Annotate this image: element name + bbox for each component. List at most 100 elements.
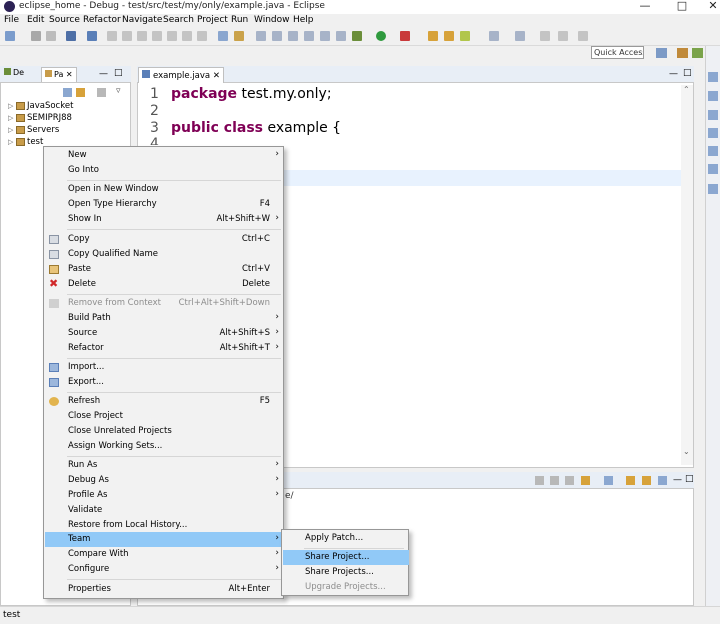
- tree-item-test[interactable]: ▷ test: [8, 136, 43, 148]
- code-line[interactable]: public class example {: [171, 120, 341, 136]
- tree-item-javasocket[interactable]: ▷ JavaSocket: [8, 100, 73, 112]
- trim-view-icon[interactable]: [708, 110, 718, 120]
- search-icon[interactable]: [288, 31, 298, 41]
- tree-item-servers[interactable]: ▷ Servers: [8, 124, 59, 136]
- java-perspective-icon[interactable]: [677, 48, 688, 58]
- scroll-up-icon[interactable]: ⌃: [683, 85, 690, 94]
- focus-task-icon[interactable]: [97, 88, 106, 97]
- collapse-all-icon[interactable]: [63, 88, 72, 97]
- use-step-filters-icon[interactable]: [234, 31, 244, 41]
- close-icon[interactable]: ✕: [698, 0, 720, 14]
- scroll-down-icon[interactable]: ⌄: [683, 447, 690, 456]
- minimize-icon[interactable]: —: [630, 0, 660, 14]
- close-tab-icon[interactable]: ✕: [213, 71, 220, 81]
- toggle-mark-icon[interactable]: [304, 31, 314, 41]
- terminate-icon[interactable]: [137, 31, 147, 41]
- menu-item-open-in-new-window[interactable]: Open in New Window: [45, 182, 284, 197]
- menu-item-show-in[interactable]: Show In Alt+Shift+W ›: [45, 212, 284, 227]
- maximize-icon[interactable]: □: [667, 0, 697, 14]
- open-task-icon[interactable]: [272, 31, 282, 41]
- drop-to-frame-icon[interactable]: [218, 31, 228, 41]
- menu-help[interactable]: Help: [293, 15, 314, 25]
- console-tool-icon[interactable]: [604, 476, 613, 485]
- run-icon[interactable]: [376, 31, 386, 41]
- skip-breakpoints-icon[interactable]: [87, 31, 97, 41]
- step-into-icon[interactable]: [167, 31, 177, 41]
- menu-item-delete[interactable]: ✖ Delete Delete: [45, 277, 284, 292]
- tab-package-explorer[interactable]: Pa ✕: [41, 67, 77, 82]
- tree-item-semiprj88[interactable]: ▷ SEMIPRJ88: [8, 112, 72, 124]
- trim-view-icon[interactable]: [708, 164, 718, 174]
- console-tool-icon[interactable]: [658, 476, 667, 485]
- console-tool-icon[interactable]: [535, 476, 544, 485]
- terminal-icon[interactable]: [66, 31, 76, 41]
- menu-item-apply-patch[interactable]: Apply Patch...: [283, 531, 409, 546]
- menu-item-share-project[interactable]: Share Project...: [283, 550, 409, 565]
- debug-icon[interactable]: [352, 31, 362, 41]
- menu-item-build-path[interactable]: Build Path ›: [45, 311, 284, 326]
- menu-file[interactable]: File: [4, 15, 19, 25]
- menu-source[interactable]: Source: [49, 15, 80, 25]
- step-over-icon[interactable]: [182, 31, 192, 41]
- menu-item-profile-as[interactable]: Profile As ›: [45, 488, 284, 503]
- menu-item-validate[interactable]: Validate: [45, 503, 284, 518]
- maximize-view-icon[interactable]: □: [114, 68, 123, 78]
- save-all-icon[interactable]: [46, 31, 56, 41]
- menu-run[interactable]: Run: [231, 15, 248, 25]
- last-edit-icon[interactable]: [540, 31, 550, 41]
- new-java-project-icon[interactable]: [428, 31, 438, 41]
- forward-icon[interactable]: [578, 31, 588, 41]
- menu-item-copy-qualified-name[interactable]: Copy Qualified Name: [45, 247, 284, 262]
- console-tool-icon[interactable]: [550, 476, 559, 485]
- trim-view-icon[interactable]: [708, 72, 718, 82]
- expand-arrow-icon[interactable]: ▷: [8, 100, 16, 112]
- resume-icon[interactable]: [107, 31, 117, 41]
- trim-view-icon[interactable]: [708, 146, 718, 156]
- menu-window[interactable]: Window: [254, 15, 290, 25]
- menu-navigate[interactable]: Navigate: [122, 15, 162, 25]
- maximize-console-icon[interactable]: □: [685, 474, 694, 484]
- view-menu-icon[interactable]: ▿: [116, 86, 121, 96]
- code-line[interactable]: package test.my.only;: [171, 86, 332, 102]
- console-tool-icon[interactable]: [565, 476, 574, 485]
- menu-item-copy[interactable]: Copy Ctrl+C: [45, 232, 284, 247]
- back-icon[interactable]: [558, 31, 568, 41]
- expand-arrow-icon[interactable]: ▷: [8, 136, 16, 148]
- expand-arrow-icon[interactable]: ▷: [8, 112, 16, 124]
- menu-item-configure[interactable]: Configure ›: [45, 562, 284, 577]
- open-perspective-icon[interactable]: [656, 48, 667, 58]
- editor-scrollbar[interactable]: ⌃ ⌄: [681, 85, 693, 465]
- menu-item-open-type-hierarchy[interactable]: Open Type Hierarchy F4: [45, 197, 284, 212]
- menu-refactor[interactable]: Refactor: [83, 15, 121, 25]
- menu-item-share-projects[interactable]: Share Projects...: [283, 565, 409, 580]
- menu-search[interactable]: Search: [163, 15, 194, 25]
- minimize-view-icon[interactable]: —: [99, 69, 108, 79]
- new-class-icon[interactable]: [460, 31, 470, 41]
- menu-edit[interactable]: Edit: [27, 15, 44, 25]
- disconnect-icon[interactable]: [152, 31, 162, 41]
- suspend-icon[interactable]: [122, 31, 132, 41]
- block-selection-icon[interactable]: [320, 31, 330, 41]
- minimize-editor-icon[interactable]: —: [669, 69, 678, 79]
- menu-item-close-project[interactable]: Close Project: [45, 409, 284, 424]
- menu-item-properties[interactable]: Properties Alt+Enter: [45, 582, 284, 597]
- debug-perspective-icon[interactable]: [692, 48, 703, 58]
- previous-annotation-icon[interactable]: [515, 31, 525, 41]
- menu-item-debug-as[interactable]: Debug As ›: [45, 473, 284, 488]
- menu-item-team[interactable]: Team ›: [45, 532, 284, 547]
- expand-arrow-icon[interactable]: ▷: [8, 124, 16, 136]
- new-icon[interactable]: [5, 31, 15, 41]
- menu-item-restore-from-local-history[interactable]: Restore from Local History...: [45, 518, 284, 533]
- menu-item-source[interactable]: Source Alt+Shift+S ›: [45, 326, 284, 341]
- close-tab-icon[interactable]: ✕: [66, 70, 73, 79]
- console-tool-icon[interactable]: [581, 476, 590, 485]
- trim-view-icon[interactable]: [708, 184, 718, 194]
- tab-example-java[interactable]: example.java ✕: [138, 67, 224, 83]
- next-annotation-icon[interactable]: [489, 31, 499, 41]
- console-tool-icon[interactable]: [626, 476, 635, 485]
- menu-item-refresh[interactable]: Refresh F5: [45, 394, 284, 409]
- new-package-icon[interactable]: [444, 31, 454, 41]
- menu-item-go-into[interactable]: Go Into: [45, 163, 284, 178]
- console-tool-icon[interactable]: [642, 476, 651, 485]
- menu-item-compare-with[interactable]: Compare With ›: [45, 547, 284, 562]
